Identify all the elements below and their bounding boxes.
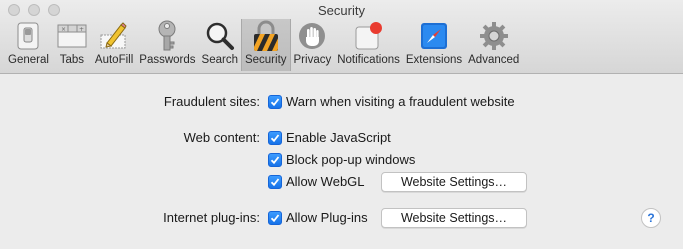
magnifier-icon (203, 19, 237, 53)
tab-advanced[interactable]: Advanced (465, 19, 522, 71)
webgl-website-settings-button[interactable]: Website Settings… (381, 172, 527, 192)
plugins-website-settings-button[interactable]: Website Settings… (381, 208, 527, 228)
svg-text:+: + (79, 26, 84, 33)
svg-text:×: × (61, 26, 66, 33)
tab-label: Extensions (405, 54, 463, 66)
security-pane: Fraudulent sites: Warn when visiting a f… (0, 74, 683, 249)
web-content-label: Web content: (183, 130, 260, 145)
tab-label: General (8, 54, 49, 66)
tab-label: Privacy (293, 54, 332, 66)
warn-fraudulent-text: Warn when visiting a fraudulent website (286, 94, 515, 109)
fraudulent-sites-label: Fraudulent sites: (163, 94, 260, 109)
enable-javascript-checkbox[interactable] (268, 130, 282, 145)
help-button[interactable]: ? (641, 208, 661, 228)
tab-search[interactable]: Search (199, 19, 241, 71)
block-popups-text: Block pop-up windows (286, 152, 416, 167)
key-icon (150, 19, 184, 53)
tab-extensions[interactable]: Extensions (403, 19, 465, 71)
switch-icon (11, 19, 45, 53)
toolbar: Security General × + Tabs AutoFill Passw… (0, 0, 683, 74)
tab-autofill[interactable]: AutoFill (92, 19, 136, 71)
tab-label: Notifications (337, 54, 400, 66)
tab-tabs[interactable]: × + Tabs (52, 19, 92, 71)
tabs-icon: × + (55, 19, 89, 53)
preferences-window: Security General × + Tabs AutoFill Passw… (0, 0, 683, 249)
preference-tabs: General × + Tabs AutoFill Passwords Sear… (5, 19, 522, 71)
block-popups-checkbox[interactable] (268, 152, 282, 167)
allow-webgl-text: Allow WebGL (286, 174, 365, 189)
internet-plugins-label: Internet plug-ins: (163, 210, 260, 225)
tab-privacy[interactable]: Privacy (291, 19, 335, 71)
pencil-form-icon (97, 19, 131, 53)
tab-label: AutoFill (94, 54, 134, 66)
tab-security[interactable]: Security (240, 19, 291, 71)
tab-general[interactable]: General (5, 19, 52, 71)
enable-javascript-text: Enable JavaScript (286, 130, 391, 145)
compass-icon (417, 19, 451, 53)
allow-webgl-option[interactable]: Allow WebGL (268, 174, 365, 189)
allow-plugins-text: Allow Plug-ins (286, 210, 368, 225)
allow-plugins-checkbox[interactable] (268, 210, 282, 225)
warn-fraudulent-checkbox[interactable] (268, 94, 282, 109)
tab-label: Tabs (59, 54, 85, 66)
tab-passwords[interactable]: Passwords (136, 19, 198, 71)
warn-fraudulent-option[interactable]: Warn when visiting a fraudulent website (268, 94, 515, 109)
tab-label: Advanced (468, 54, 520, 66)
enable-javascript-option[interactable]: Enable JavaScript (268, 130, 391, 145)
tab-label: Search (201, 54, 238, 66)
block-popups-option[interactable]: Block pop-up windows (268, 152, 415, 167)
allow-webgl-checkbox[interactable] (268, 174, 282, 189)
notification-badge-icon (352, 19, 386, 53)
tab-label: Passwords (139, 54, 196, 66)
allow-plugins-option[interactable]: Allow Plug-ins (268, 210, 368, 225)
tab-label: Security (244, 54, 287, 66)
lock-icon (249, 19, 283, 53)
tab-notifications[interactable]: Notifications (334, 19, 403, 71)
window-title: Security (318, 3, 365, 18)
gear-icon (477, 19, 511, 53)
hand-icon (295, 19, 329, 53)
